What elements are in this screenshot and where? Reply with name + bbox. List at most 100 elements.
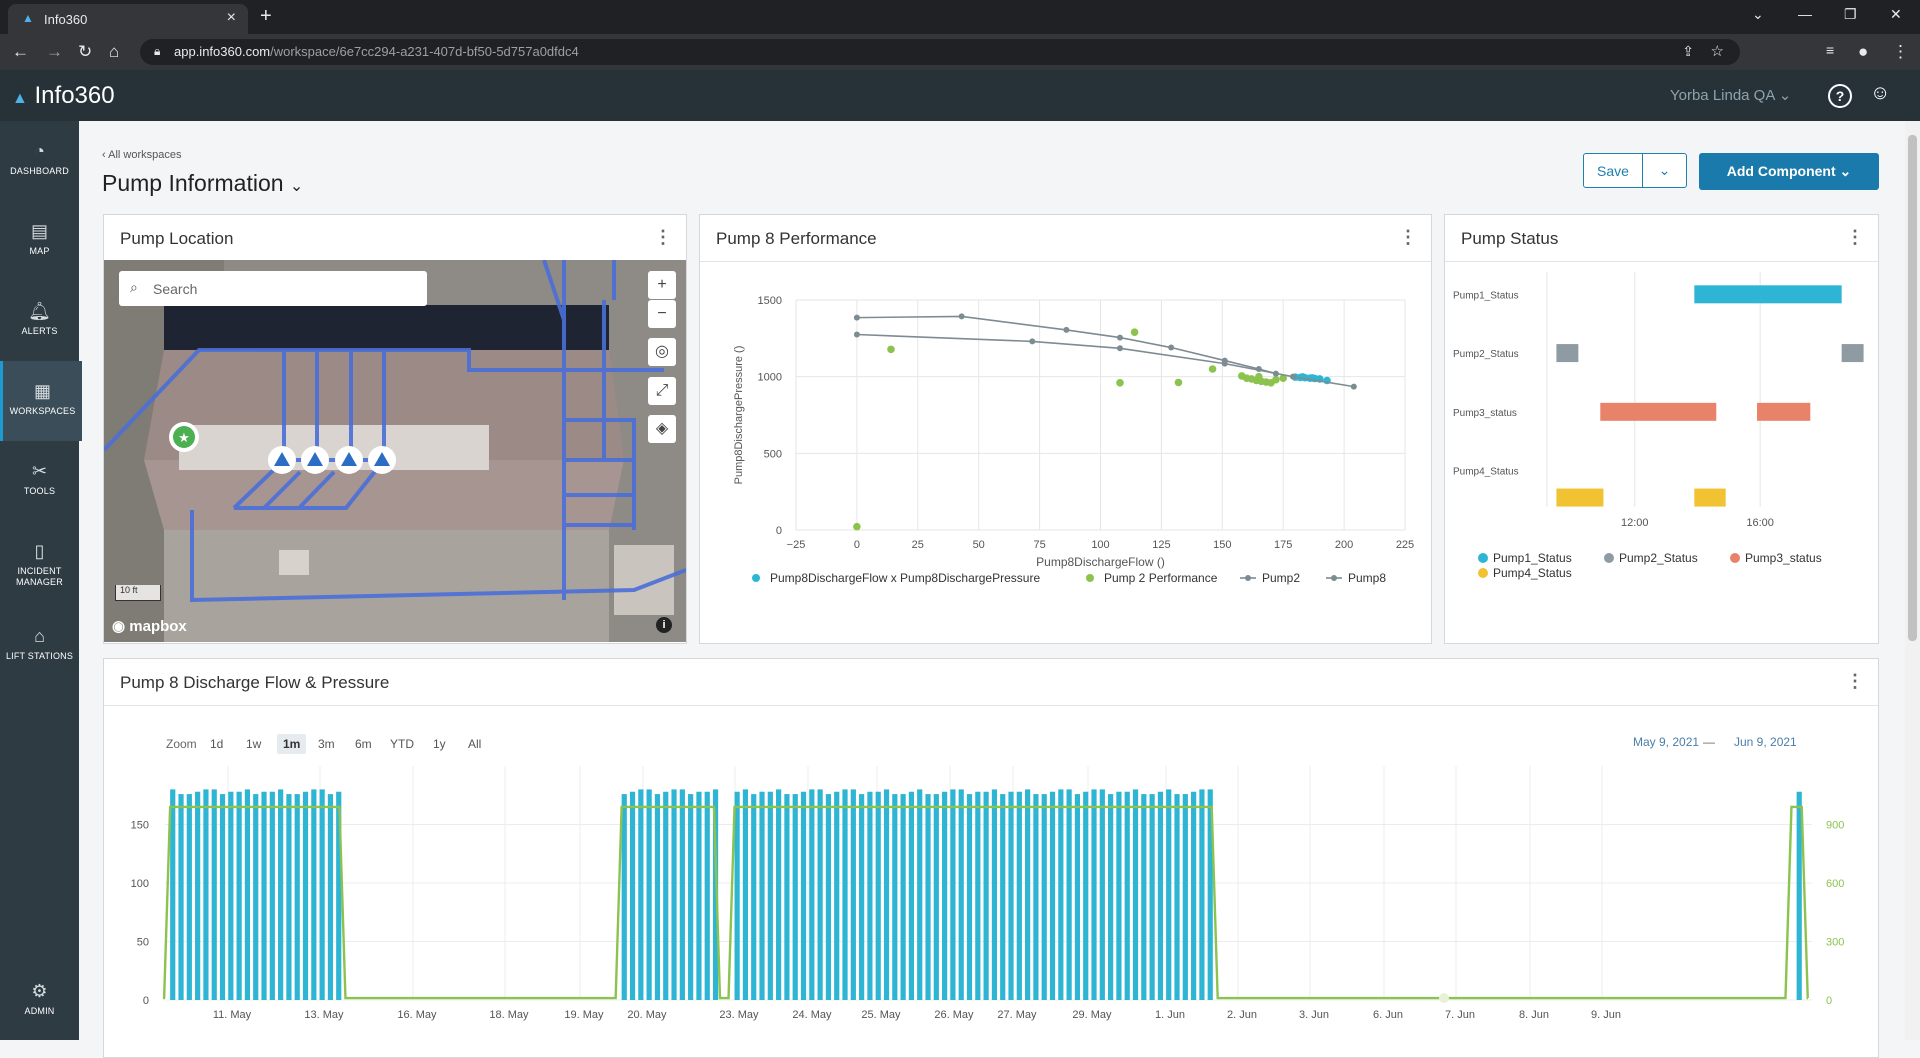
flow-bar[interactable] [704,791,710,1000]
scatter-point[interactable] [1208,365,1217,373]
legend-label[interactable]: Pump1_Status [1493,551,1572,565]
flow-bar[interactable] [629,791,636,1000]
zoom-option-all[interactable]: All [462,734,487,754]
flow-bar[interactable] [1182,794,1188,1000]
flow-bar[interactable] [767,791,773,1000]
line-point[interactable] [1116,345,1123,352]
close-tab-icon[interactable]: × [227,9,236,27]
flow-bar[interactable] [850,789,856,1000]
line-point[interactable] [1350,383,1357,390]
sidebar-item-map[interactable]: ▤ MAP [0,201,79,281]
zoom-option-1m[interactable]: 1m [277,734,307,754]
flow-bar[interactable] [1174,794,1180,1000]
flow-bar[interactable] [1066,789,1072,1000]
legend-label[interactable]: Pump3_status [1745,551,1822,565]
browser-menu-icon[interactable]: ⋮ [1892,42,1909,62]
scatter-point[interactable] [853,522,861,531]
flow-bar[interactable] [800,791,807,1000]
map-view[interactable]: ★ [104,260,686,642]
flow-bar[interactable] [1091,789,1097,1000]
save-options-dropdown[interactable]: ⌄ [1642,153,1687,188]
reading-list-icon[interactable]: ≡ [1826,42,1834,58]
scatter-point[interactable] [1174,378,1183,387]
status-bar[interactable] [1757,402,1811,421]
sidebar-item-tools[interactable]: ✂︎ TOOLS [0,441,79,521]
flow-bar[interactable] [1108,794,1114,1000]
legend-label[interactable]: Pump2 [1262,571,1300,585]
org-selector[interactable]: Yorba Linda QA ⌄ [1670,86,1791,104]
flow-bar[interactable] [1199,789,1205,1000]
flow-bar[interactable] [933,794,939,1000]
breadcrumb[interactable]: ‹ All workspaces [102,149,181,161]
flow-bar[interactable] [1008,791,1014,1000]
flow-bar[interactable] [1083,791,1089,1000]
zoom-option-1w[interactable]: 1w [240,734,267,754]
fullscreen-icon[interactable]: ⤢ [648,377,676,405]
scatter-point[interactable] [1116,379,1124,387]
forward-icon[interactable]: → [46,42,63,62]
flow-bar[interactable] [842,789,848,1000]
map-search-input[interactable]: ⌕ Search [119,271,427,306]
flow-bar[interactable] [269,791,275,1000]
flow-bar[interactable] [859,794,865,1000]
flow-bar[interactable] [663,791,669,1000]
mapbox-attribution[interactable]: ◉ mapbox [112,617,187,635]
flow-bar[interactable] [1116,791,1122,1000]
sidebar-item-incident-manager[interactable]: ▯ INCIDENT MANAGER [0,521,79,606]
save-button[interactable]: Save [1583,153,1643,188]
flow-bar[interactable] [1025,789,1031,1000]
flow-bar[interactable] [1166,789,1172,1000]
browser-tab[interactable]: ▲ Info360 × [8,4,248,34]
sidebar-item-admin[interactable]: ⚙︎ ADMIN [0,969,79,1039]
back-icon[interactable]: ← [12,42,29,62]
restore-icon[interactable]: ❐ [1844,6,1857,23]
flow-bar[interactable] [742,789,749,1000]
status-chart[interactable]: 12:00 16:00 Pump1_Status Pump2_Status Pump3_… [1445,262,1878,642]
flow-bar[interactable] [776,789,782,1000]
page-scrollbar[interactable] [1905,121,1920,1040]
zoom-option-6m[interactable]: 6m [349,734,378,754]
flow-bar[interactable] [1191,791,1197,1000]
scatter-point[interactable] [1272,375,1280,384]
satellite-map[interactable]: ★ [104,260,686,642]
line-point[interactable] [853,314,860,321]
flow-bar[interactable] [688,794,694,1000]
reload-icon[interactable]: ↻ [78,42,92,62]
scatter-point[interactable] [887,345,895,354]
line-point[interactable] [1116,334,1123,341]
flow-bar[interactable] [621,794,627,1000]
flow-bar[interactable] [186,794,192,1000]
address-bar[interactable]: 🔒︎ app.info360.com/workspace/6e7cc294-a2… [140,39,1740,65]
info-icon[interactable]: i [656,617,672,633]
locate-icon[interactable]: ◎ [648,338,676,366]
tab-search-icon[interactable]: ⌄ [1752,6,1764,23]
line-point[interactable] [1221,360,1228,367]
flow-bar[interactable] [1041,794,1047,1000]
flow-bar[interactable] [759,791,765,1000]
flow-bar[interactable] [319,789,325,1000]
scatter-point[interactable] [1130,328,1139,336]
flow-bar[interactable] [195,791,201,1000]
status-bar[interactable] [1556,488,1604,507]
layers-icon[interactable]: ◈ [648,415,676,443]
legend-label[interactable]: Pump4_Status [1493,566,1572,580]
flow-bar[interactable] [1099,789,1105,1000]
app-logo[interactable]: ▲ Info360 [12,82,115,110]
legend-label[interactable]: Pump8DischargeFlow x Pump8DischargePress… [770,571,1040,585]
flow-bar[interactable] [950,789,956,1000]
flow-bar[interactable] [1049,791,1056,1000]
flow-bar[interactable] [327,794,334,1000]
flow-bar[interactable] [253,794,259,1000]
zoom-out-button[interactable]: − [648,300,676,328]
status-bar[interactable] [1694,488,1726,507]
flow-bar[interactable] [751,794,757,1000]
legend-label[interactable]: Pump2_Status [1619,551,1698,565]
zoom-in-button[interactable]: + [648,271,676,299]
flow-bar[interactable] [734,791,740,1000]
flow-bar[interactable] [809,789,815,1000]
flow-bar[interactable] [294,794,300,1000]
line-point[interactable] [1289,373,1296,380]
flow-bar[interactable] [825,794,832,1000]
flow-bar[interactable] [792,794,798,1000]
flow-bar[interactable] [203,789,209,1000]
